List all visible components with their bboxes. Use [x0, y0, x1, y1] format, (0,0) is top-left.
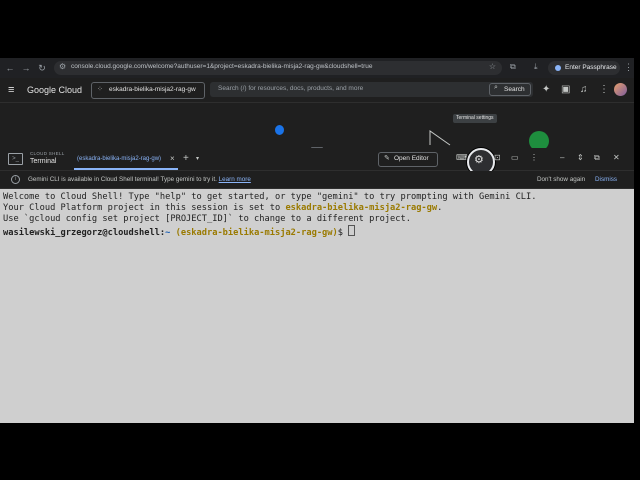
hamburger-menu-icon[interactable]: ≡ — [8, 84, 14, 96]
decorative-line-shape — [429, 130, 451, 146]
project-picker-icon: ⁘ — [97, 86, 103, 93]
more-vert-icon[interactable]: ⋮ — [530, 153, 538, 162]
info-icon: i — [11, 175, 20, 184]
prompt-project: (eskadra-bielika-misja2-rag-gw) — [175, 228, 338, 238]
project-picker[interactable]: ⁘ eskadra-bielika-misja2-rag-gw — [91, 82, 205, 99]
terminal-line-welcome: Welcome to Cloud Shell! Type "help" to g… — [3, 192, 537, 202]
cloud-shell-icon[interactable]: ▣ — [561, 84, 570, 95]
address-url: console.cloud.google.com/welcome?authuse… — [71, 63, 373, 70]
browser-toolbar: ← → ↻ ⚙ console.cloud.google.com/welcome… — [0, 58, 634, 78]
forward-icon[interactable]: → — [20, 62, 32, 74]
passphrase-button[interactable]: Enter Passphrase — [548, 61, 620, 75]
terminal-text: Your Cloud Platform project in this sess… — [3, 203, 286, 213]
prompt-path: ~ — [165, 228, 176, 238]
minimize-icon[interactable]: – — [560, 153, 564, 162]
reload-icon[interactable]: ↻ — [36, 62, 48, 74]
download-icon[interactable]: ⤓ — [534, 62, 538, 72]
console-header: ≡ Google Cloud ⁘ eskadra-bielika-misja2-… — [0, 78, 634, 103]
back-icon[interactable]: ← — [4, 62, 16, 74]
open-editor-button[interactable]: ✎ Open Editor — [378, 152, 438, 167]
search-icon: ⌕ — [494, 84, 498, 91]
dismiss-button[interactable]: Dismiss — [595, 176, 617, 183]
terminal-line-project: Your Cloud Platform project in this sess… — [3, 203, 442, 214]
browser-menu-icon[interactable]: ⋮ — [624, 62, 633, 73]
laptop-icon[interactable]: ▭ — [511, 153, 519, 162]
project-name: eskadra-bielika-misja2-rag-gw — [109, 86, 196, 93]
close-tab-icon[interactable]: × — [170, 154, 175, 163]
extensions-icon[interactable]: ⧉ — [510, 62, 516, 72]
add-tab-icon[interactable]: + — [183, 153, 189, 164]
search-input[interactable]: Search (/) for resources, docs, products… — [210, 82, 533, 97]
terminal-project-id: eskadra-bielika-misja2-rag-gw — [285, 203, 438, 213]
terminal-cursor — [348, 225, 356, 236]
site-info-icon[interactable]: ⚙ — [59, 62, 66, 71]
gear-icon: ⚙ — [474, 154, 484, 166]
learn-more-link[interactable]: Learn more — [219, 176, 251, 183]
avatar[interactable] — [614, 83, 627, 96]
gemini-notice-bar: i Gemini CLI is available in Cloud Shell… — [0, 171, 634, 189]
terminal-output[interactable]: Welcome to Cloud Shell! Type "help" to g… — [0, 189, 634, 423]
tooltip: Terminal settings — [453, 114, 497, 123]
browser-window: ← → ↻ ⚙ console.cloud.google.com/welcome… — [0, 58, 634, 423]
dont-show-again-button[interactable]: Don't show again — [537, 176, 585, 183]
search-placeholder: Search (/) for resources, docs, products… — [218, 85, 364, 92]
google-cloud-logo[interactable]: Google Cloud — [27, 85, 82, 95]
tab-label: (eskadra-bielika-misja2-rag-gw) — [77, 156, 162, 162]
search-button[interactable]: ⌕ Search — [489, 83, 531, 96]
prompt-symbol: $ — [337, 228, 349, 238]
gemini-spark-icon[interactable]: ✦ — [542, 84, 550, 95]
web-preview-icon[interactable]: ⊡ — [494, 153, 501, 162]
terminal-icon: >_ — [8, 153, 23, 165]
terminal-prompt[interactable]: wasilewski_grzegorz@cloudshell:~ (eskadr… — [3, 225, 356, 239]
tab-terminal-session[interactable]: (eskadra-bielika-misja2-rag-gw) × — [74, 153, 178, 170]
pencil-icon: ✎ — [384, 155, 390, 162]
cloud-shell-title: CLOUD SHELL — [30, 151, 65, 156]
cloud-shell-subtitle: Terminal — [30, 158, 57, 165]
cloud-shell-toolbar: >_ CLOUD SHELL Terminal (eskadra-bielika… — [0, 148, 634, 176]
welcome-page-content — [0, 103, 634, 151]
search-button-label: Search — [504, 86, 525, 93]
terminal-text: . — [437, 203, 443, 213]
bookmark-star-icon[interactable]: ☆ — [489, 62, 496, 71]
notice-message: Gemini CLI is available in Cloud Shell t… — [28, 176, 217, 183]
open-editor-label: Open Editor — [394, 155, 429, 162]
more-options-icon[interactable]: ⋮ — [599, 84, 609, 95]
prompt-user: wasilewski_grzegorz@cloudshell: — [3, 228, 166, 238]
keyboard-icon[interactable]: ⌨ — [456, 153, 468, 162]
decorative-blue-shape — [275, 125, 284, 135]
notifications-bell-icon[interactable]: ♫ — [580, 84, 588, 95]
notice-text: Gemini CLI is available in Cloud Shell t… — [28, 176, 251, 183]
resize-icon[interactable]: ⇕ — [577, 153, 584, 162]
terminal-line-gcloud-hint: Use `gcloud config set project [PROJECT_… — [3, 214, 411, 224]
open-new-window-icon[interactable]: ⧉ — [594, 153, 600, 163]
address-bar[interactable]: ⚙ console.cloud.google.com/welcome?authu… — [54, 61, 502, 75]
tab-dropdown-icon[interactable]: ▾ — [196, 155, 199, 162]
close-icon[interactable]: ✕ — [613, 153, 620, 162]
passphrase-label: Enter Passphrase — [565, 64, 617, 71]
profile-dot-icon — [555, 65, 561, 71]
